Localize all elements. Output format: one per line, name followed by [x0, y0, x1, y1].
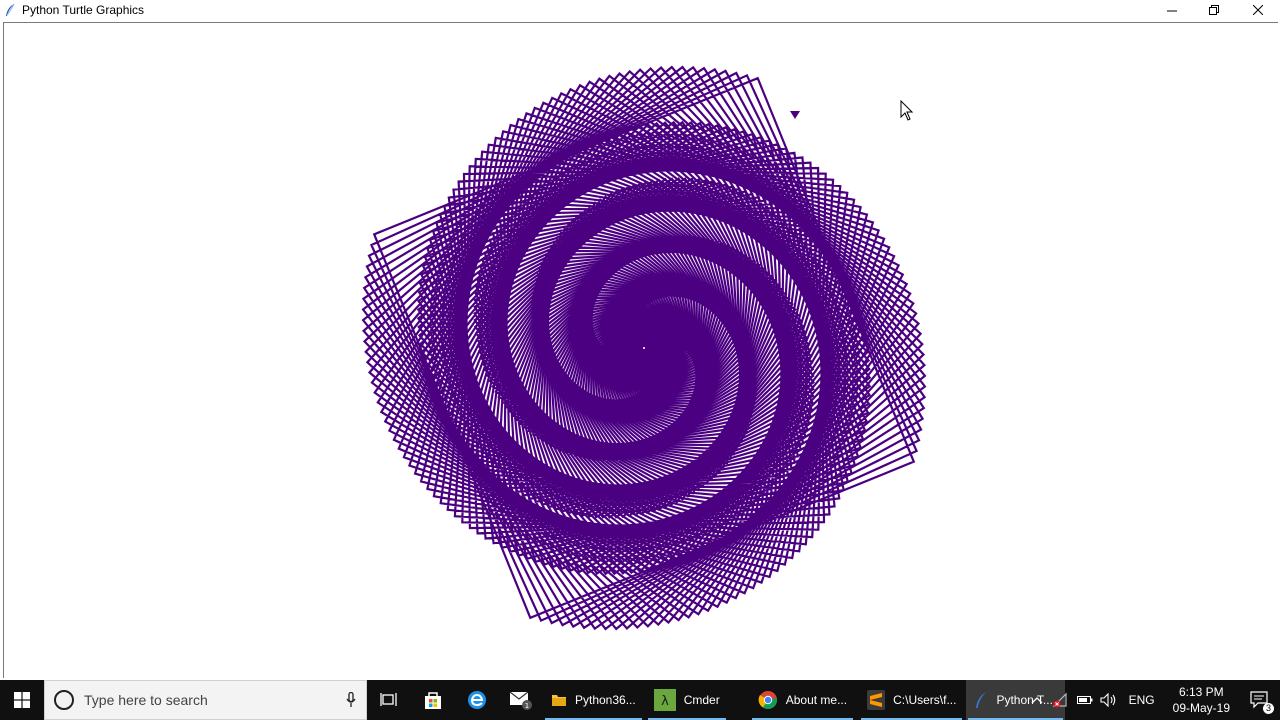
volume-button[interactable] [1097, 680, 1121, 720]
search-placeholder: Type here to search [84, 692, 208, 708]
close-icon [1253, 5, 1263, 15]
title-bar[interactable]: Python Turtle Graphics [0, 0, 1280, 20]
notification-count-badge: 3 [1263, 703, 1274, 714]
search-box[interactable]: Type here to search [44, 680, 367, 720]
restore-icon [1209, 5, 1219, 15]
start-button[interactable] [0, 680, 44, 720]
turtle-window: Python Turtle Graphics [0, 0, 1280, 680]
taskbar-app-label: C:\Users\f... [893, 693, 957, 707]
mouse-pointer-icon [900, 100, 914, 121]
turtle-cursor-icon [790, 111, 800, 119]
clock-time: 6:13 PM [1178, 685, 1224, 699]
cmder-icon: λ [653, 689, 676, 711]
action-center-button[interactable]: 3 [1240, 680, 1280, 720]
taskbar-app-label: Python36... [575, 693, 636, 707]
svg-text:λ: λ [661, 694, 669, 709]
taskbar-app-cmder[interactable]: λ Cmder [646, 680, 728, 720]
mail-button[interactable]: 1 [499, 680, 543, 720]
turtle-canvas[interactable] [3, 22, 1278, 678]
minimize-button[interactable] [1150, 0, 1194, 20]
python-turtle-icon [976, 692, 987, 708]
show-hidden-icons-button[interactable] [1025, 680, 1049, 720]
window-title: Python Turtle Graphics [22, 3, 145, 17]
restore-button[interactable] [1192, 0, 1236, 20]
spiral-drawing [361, 65, 927, 631]
cortana-icon [54, 690, 74, 710]
svg-text:1: 1 [525, 702, 529, 710]
chevron-up-icon [1031, 697, 1043, 704]
taskbar-app-label: Cmder [683, 693, 720, 707]
windows-logo-icon [14, 692, 30, 708]
minimize-icon [1167, 10, 1177, 12]
edge-icon [468, 691, 486, 709]
clock[interactable]: 6:13 PM 09-May-19 [1163, 684, 1240, 716]
battery-button[interactable] [1073, 680, 1097, 720]
battery-icon [1076, 696, 1093, 704]
taskbar-app-python36[interactable]: Python36... [543, 680, 644, 720]
chrome-icon [758, 691, 777, 710]
microphone-icon[interactable] [336, 692, 366, 708]
store-bag-icon [425, 692, 441, 709]
taskbar-app-chrome[interactable]: About me... [750, 680, 855, 720]
task-view-button[interactable] [367, 680, 411, 720]
sublime-icon [867, 690, 886, 710]
taskbar-app-label: About me... [785, 693, 848, 707]
spiral-strokes [361, 65, 927, 631]
network-button[interactable] [1049, 680, 1073, 720]
edge-button[interactable] [455, 680, 499, 720]
system-tray: ENG 6:13 PM 09-May-19 3 [1025, 680, 1280, 720]
taskbar-app-sublime[interactable]: C:\Users\f... [859, 680, 964, 720]
taskbar: Type here to search 1 Python36... λ Cmde… [0, 680, 1280, 720]
network-disconnected-icon [1052, 692, 1067, 708]
speaker-icon [1100, 693, 1115, 707]
mail-icon: 1 [509, 691, 532, 710]
folder-icon [552, 695, 566, 706]
clock-date: 09-May-19 [1172, 701, 1230, 715]
language-indicator[interactable]: ENG [1121, 693, 1163, 707]
close-button[interactable] [1236, 0, 1280, 20]
feather-icon [4, 3, 18, 17]
store-button[interactable] [411, 680, 455, 720]
task-view-icon [380, 693, 397, 706]
spiral-figure [361, 65, 927, 631]
